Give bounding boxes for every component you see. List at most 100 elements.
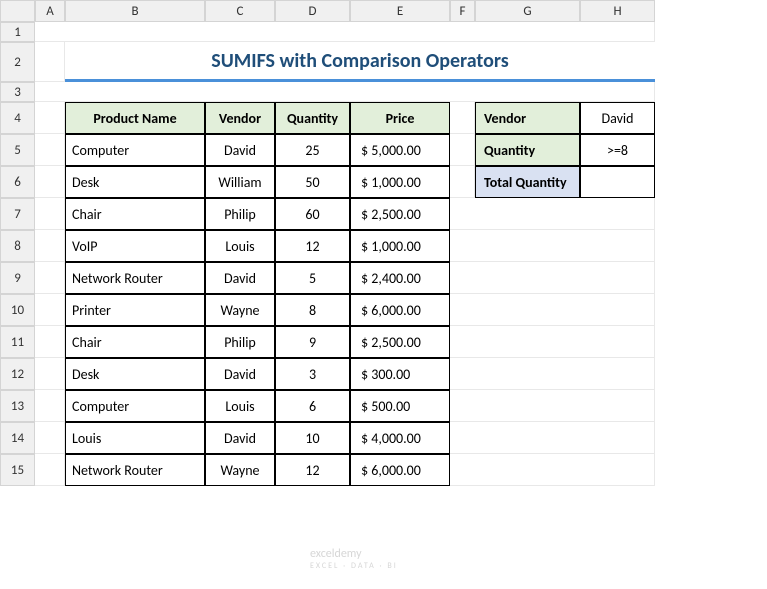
- cell-vendor[interactable]: Louis: [205, 230, 275, 262]
- cell-empty[interactable]: [35, 22, 655, 42]
- cell-vendor[interactable]: David: [205, 262, 275, 294]
- cell-a15[interactable]: [35, 454, 65, 486]
- cell-price[interactable]: $ 5,000.00: [350, 134, 450, 166]
- cell-qty[interactable]: 25: [275, 134, 350, 166]
- cell-product[interactable]: VoIP: [65, 230, 205, 262]
- cell-a6[interactable]: [35, 166, 65, 198]
- row-header-3[interactable]: 3: [0, 82, 35, 102]
- cell-vendor[interactable]: David: [205, 134, 275, 166]
- row-header-8[interactable]: 8: [0, 230, 35, 262]
- cell-qty[interactable]: 50: [275, 166, 350, 198]
- side-vendor-label[interactable]: Vendor: [475, 102, 580, 134]
- cell-price[interactable]: $ 1,000.00: [350, 166, 450, 198]
- cell-r7[interactable]: [450, 198, 655, 230]
- cell-product[interactable]: Desk: [65, 166, 205, 198]
- cell-qty[interactable]: 60: [275, 198, 350, 230]
- cell-price[interactable]: $ 2,500.00: [350, 198, 450, 230]
- row-header-14[interactable]: 14: [0, 422, 35, 454]
- cell-price[interactable]: $ 500.00: [350, 390, 450, 422]
- row-header-4[interactable]: 4: [0, 102, 35, 134]
- cell-product[interactable]: Computer: [65, 390, 205, 422]
- row-header-7[interactable]: 7: [0, 198, 35, 230]
- cell-a10[interactable]: [35, 294, 65, 326]
- cell-a11[interactable]: [35, 326, 65, 358]
- cell-vendor[interactable]: Wayne: [205, 294, 275, 326]
- col-header-f[interactable]: F: [450, 0, 475, 22]
- cell-product[interactable]: Computer: [65, 134, 205, 166]
- side-quantity-value[interactable]: >=8: [580, 134, 655, 166]
- side-quantity-label[interactable]: Quantity: [475, 134, 580, 166]
- cell-price[interactable]: $ 300.00: [350, 358, 450, 390]
- header-vendor[interactable]: Vendor: [205, 102, 275, 134]
- cell-r11[interactable]: [450, 326, 655, 358]
- cell-vendor[interactable]: David: [205, 358, 275, 390]
- cell-a4[interactable]: [35, 102, 65, 134]
- cell-f6[interactable]: [450, 166, 475, 198]
- col-header-b[interactable]: B: [65, 0, 205, 22]
- side-total-label[interactable]: Total Quantity: [475, 166, 580, 198]
- cell-qty[interactable]: 6: [275, 390, 350, 422]
- cell-a2[interactable]: [35, 42, 65, 82]
- cell-vendor[interactable]: Wayne: [205, 454, 275, 486]
- cell-r13[interactable]: [450, 390, 655, 422]
- cell-product[interactable]: Printer: [65, 294, 205, 326]
- row-header-9[interactable]: 9: [0, 262, 35, 294]
- col-header-d[interactable]: D: [275, 0, 350, 22]
- row-header-15[interactable]: 15: [0, 454, 35, 486]
- cell-qty[interactable]: 3: [275, 358, 350, 390]
- row-header-12[interactable]: 12: [0, 358, 35, 390]
- cell-f5[interactable]: [450, 134, 475, 166]
- cell-r14[interactable]: [450, 422, 655, 454]
- cell-qty[interactable]: 8: [275, 294, 350, 326]
- col-header-c[interactable]: C: [205, 0, 275, 22]
- header-price[interactable]: Price: [350, 102, 450, 134]
- cell-qty[interactable]: 12: [275, 230, 350, 262]
- row-header-5[interactable]: 5: [0, 134, 35, 166]
- cell-product[interactable]: Chair: [65, 326, 205, 358]
- cell-a14[interactable]: [35, 422, 65, 454]
- cell-f4[interactable]: [450, 102, 475, 134]
- cell-a9[interactable]: [35, 262, 65, 294]
- cell-a13[interactable]: [35, 390, 65, 422]
- cell-vendor[interactable]: Philip: [205, 198, 275, 230]
- cell-price[interactable]: $ 4,000.00: [350, 422, 450, 454]
- cell-r8[interactable]: [450, 230, 655, 262]
- cell-vendor[interactable]: Louis: [205, 390, 275, 422]
- cell-a8[interactable]: [35, 230, 65, 262]
- cell-price[interactable]: $ 2,400.00: [350, 262, 450, 294]
- cell-r15[interactable]: [450, 454, 655, 486]
- row-header-11[interactable]: 11: [0, 326, 35, 358]
- cell-vendor[interactable]: William: [205, 166, 275, 198]
- col-header-e[interactable]: E: [350, 0, 450, 22]
- cell-price[interactable]: $ 2,500.00: [350, 326, 450, 358]
- cell-a12[interactable]: [35, 358, 65, 390]
- side-total-value[interactable]: [580, 166, 655, 198]
- cell-qty[interactable]: 9: [275, 326, 350, 358]
- side-vendor-value[interactable]: David: [580, 102, 655, 134]
- row-header-6[interactable]: 6: [0, 166, 35, 198]
- corner-cell[interactable]: [0, 0, 35, 22]
- cell-r10[interactable]: [450, 294, 655, 326]
- row-header-13[interactable]: 13: [0, 390, 35, 422]
- col-header-g[interactable]: G: [475, 0, 580, 22]
- cell-r12[interactable]: [450, 358, 655, 390]
- cell-product[interactable]: Louis: [65, 422, 205, 454]
- cell-product[interactable]: Desk: [65, 358, 205, 390]
- cell-product[interactable]: Network Router: [65, 262, 205, 294]
- cell-price[interactable]: $ 6,000.00: [350, 454, 450, 486]
- cell-a7[interactable]: [35, 198, 65, 230]
- cell-r3[interactable]: [35, 82, 655, 102]
- cell-qty[interactable]: 5: [275, 262, 350, 294]
- cell-product[interactable]: Network Router: [65, 454, 205, 486]
- cell-product[interactable]: Chair: [65, 198, 205, 230]
- cell-price[interactable]: $ 1,000.00: [350, 230, 450, 262]
- row-header-1[interactable]: 1: [0, 22, 35, 42]
- cell-a5[interactable]: [35, 134, 65, 166]
- cell-vendor[interactable]: Philip: [205, 326, 275, 358]
- cell-r9[interactable]: [450, 262, 655, 294]
- cell-qty[interactable]: 12: [275, 454, 350, 486]
- row-header-10[interactable]: 10: [0, 294, 35, 326]
- row-header-2[interactable]: 2: [0, 42, 35, 82]
- header-quantity[interactable]: Quantity: [275, 102, 350, 134]
- cell-price[interactable]: $ 6,000.00: [350, 294, 450, 326]
